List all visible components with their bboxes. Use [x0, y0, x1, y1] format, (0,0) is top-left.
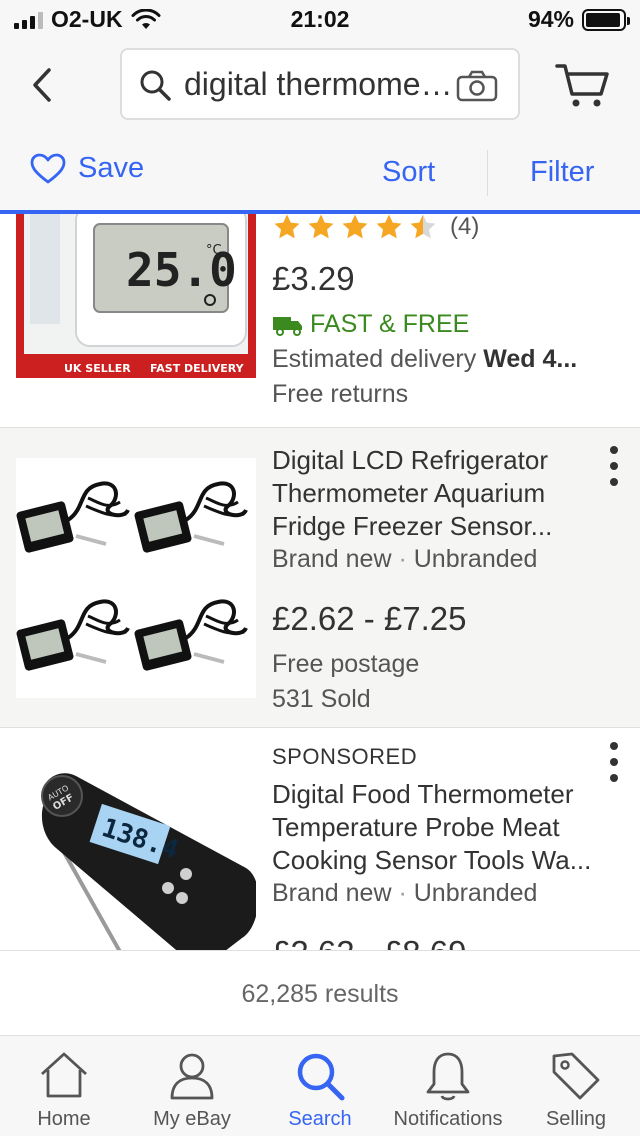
listing-info: SPONSORED Digital Food Thermometer Tempe… — [272, 744, 612, 950]
status-right: 94% — [527, 6, 630, 33]
search-header: digital thermometer — [0, 40, 640, 132]
listing-image[interactable]: AUTO OFF 138.4 — [16, 758, 256, 950]
delivery-date: Wed 4... — [483, 345, 578, 373]
fast-delivery-badge: FAST DELIVERY — [150, 362, 245, 375]
listing-image[interactable]: 25.0 °C UK SELLER FAST DELIVERY — [16, 214, 256, 378]
rating-count: (4) — [450, 214, 480, 240]
shipping-badge: FAST & FREE — [272, 310, 612, 339]
returns-text: Free returns — [272, 380, 409, 408]
bell-icon — [426, 1052, 470, 1101]
sold-count: 531 Sold — [272, 685, 371, 713]
listing-price: £2.62 - £8.69 — [272, 934, 612, 950]
half-star-icon — [410, 214, 436, 239]
uk-seller-badge: UK SELLER — [64, 362, 131, 375]
battery-percent: 94% — [527, 6, 574, 32]
tab-notifications[interactable]: Notifications — [384, 1036, 512, 1136]
status-bar: O2-UK 21:02 94% — [0, 0, 640, 40]
listing-card[interactable]: Digital LCD Refrigerator Thermometer Aqu… — [0, 428, 640, 728]
star-icon — [376, 214, 402, 239]
home-icon — [41, 1052, 87, 1098]
tab-label: Search — [288, 1108, 352, 1130]
more-options-button[interactable] — [604, 742, 624, 782]
tab-label: Home — [37, 1108, 91, 1130]
filter-button[interactable]: Filter — [530, 156, 594, 189]
star-icon — [308, 214, 334, 239]
more-options-button[interactable] — [604, 446, 624, 486]
listing-title[interactable]: Digital LCD Refrigerator Thermometer Aqu… — [272, 444, 612, 543]
listing-price: £3.29 — [272, 260, 355, 297]
camera-icon[interactable] — [456, 70, 498, 102]
star-icon — [342, 214, 368, 239]
battery-icon — [582, 8, 630, 31]
brand-text: Unbranded — [413, 879, 538, 907]
delivery-label: Estimated delivery — [272, 345, 484, 373]
listing-image[interactable] — [16, 458, 256, 698]
listing-title[interactable]: Digital Food Thermometer Temperature Pro… — [272, 778, 612, 877]
toolbar-divider — [487, 150, 488, 196]
sponsored-label: SPONSORED — [272, 744, 418, 769]
search-icon — [297, 1053, 345, 1101]
tab-selling[interactable]: Selling — [512, 1036, 640, 1136]
back-button[interactable] — [22, 60, 62, 110]
truck-icon — [273, 316, 302, 336]
tag-icon — [552, 1052, 600, 1100]
listing-info: Digital LCD Refrigerator Thermometer Aqu… — [272, 444, 612, 716]
tab-label: Notifications — [393, 1108, 503, 1130]
cart-icon[interactable] — [554, 60, 610, 110]
tab-my-ebay[interactable]: My eBay — [128, 1036, 256, 1136]
shipping-text: FAST & FREE — [310, 310, 470, 338]
heart-icon — [30, 153, 66, 183]
battery-fill — [586, 12, 620, 27]
results-list[interactable]: 25.0 °C UK SELLER FAST DELIVERY (4) £3.2… — [0, 214, 640, 950]
svg-text:°C: °C — [206, 243, 222, 258]
condition-text: Brand new — [272, 879, 392, 907]
listing-condition: Brand new · Unbranded — [272, 879, 538, 907]
user-icon — [170, 1053, 214, 1100]
brand-text: Unbranded — [413, 545, 538, 573]
tab-label: My eBay — [153, 1108, 231, 1130]
listing-card[interactable]: 25.0 °C UK SELLER FAST DELIVERY (4) £3.2… — [0, 214, 640, 428]
chevron-left-icon — [33, 68, 51, 102]
shipping-text: Free postage — [272, 650, 420, 678]
save-label: Save — [78, 152, 145, 184]
search-icon — [140, 70, 171, 101]
listing-condition: Brand new · Unbranded — [272, 545, 538, 573]
tab-search[interactable]: Search — [256, 1036, 384, 1136]
sort-button[interactable]: Sort — [382, 156, 435, 189]
star-icon — [274, 214, 300, 239]
tab-home[interactable]: Home — [0, 1036, 128, 1136]
bottom-tab-bar: Home My eBay Search Notifications Sellin… — [0, 1036, 640, 1136]
condition-text: Brand new — [272, 545, 392, 573]
results-count: 62,285 results — [0, 950, 640, 1036]
listing-info: (4) £3.29 FAST & FREE Estimated delivery… — [272, 214, 612, 411]
estimated-delivery: Estimated delivery Wed 4... — [272, 343, 612, 376]
search-input[interactable]: digital thermometer — [120, 48, 520, 120]
listing-card[interactable]: AUTO OFF 138.4 SPONSORED Digital Food Th… — [0, 728, 640, 950]
listing-price: £2.62 - £7.25 — [272, 600, 467, 637]
results-toolbar: Save Sort Filter — [0, 132, 640, 214]
tab-label: Selling — [545, 1108, 607, 1130]
rating-stars: (4) — [272, 214, 612, 242]
search-query[interactable]: digital thermometer — [184, 66, 454, 103]
save-search-button[interactable]: Save — [30, 152, 144, 185]
